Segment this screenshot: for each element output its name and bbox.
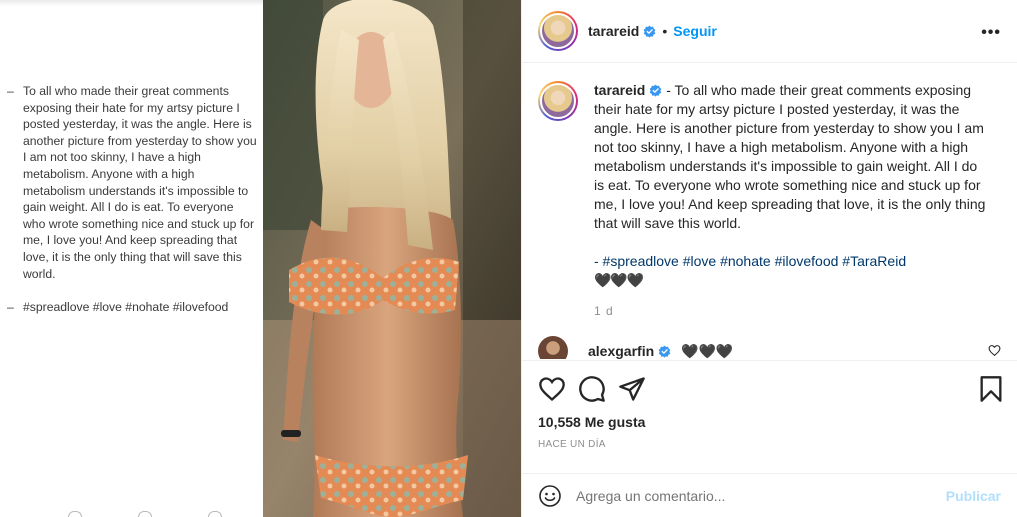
slide-caption-text: – To all who made their great comments e… — [7, 83, 259, 316]
post-header: tarareid • Seguir ••• — [522, 0, 1017, 63]
slide-caption-tags: #spreadlove #love #nohate #ilovefood — [23, 300, 229, 315]
slide-tags-dash: – — [7, 300, 14, 315]
caption-body: tarareid - To all who made their great c… — [594, 81, 989, 321]
caption-username[interactable]: tarareid — [594, 82, 645, 98]
decor-arc-icon — [68, 511, 82, 517]
avatar[interactable] — [538, 81, 578, 121]
like-count[interactable]: 10,558 Me gusta — [522, 405, 1017, 430]
add-comment-bar: Publicar — [522, 473, 1017, 517]
verified-badge-icon — [658, 345, 671, 358]
avatar[interactable] — [538, 336, 568, 359]
slide-caption-dash: – — [7, 84, 14, 98]
verified-badge-icon — [644, 25, 656, 38]
post-actions: 10,558 Me gusta HACE UN DÍA — [522, 360, 1017, 480]
emoji-icon[interactable] — [538, 484, 562, 508]
comment-username[interactable]: alexgarfin — [588, 343, 654, 359]
comment-bubble-icon[interactable] — [578, 375, 606, 403]
caption-text: - To all who made their great comments e… — [594, 82, 986, 231]
decor-arc-icon — [138, 511, 152, 517]
more-options-icon[interactable]: ••• — [981, 24, 1001, 42]
share-paper-plane-icon[interactable] — [618, 375, 646, 403]
like-comment-heart-icon[interactable] — [988, 344, 1001, 357]
comments-section: tarareid - To all who made their great c… — [522, 64, 1017, 359]
caption-comment: tarareid - To all who made their great c… — [522, 64, 1017, 321]
header-separator: • — [662, 23, 668, 39]
save-bookmark-icon[interactable] — [977, 375, 1005, 403]
decor-arc-icon — [208, 511, 222, 517]
slide-caption-body: To all who made their great comments exp… — [23, 84, 257, 281]
verified-badge-icon — [650, 84, 662, 97]
woman-in-bikini-photo — [263, 0, 521, 517]
like-heart-icon[interactable] — [538, 375, 566, 403]
post-photo[interactable] — [263, 0, 521, 517]
post-carousel-prev-slide: – To all who made their great comments e… — [0, 0, 263, 517]
publish-button[interactable]: Publicar — [946, 488, 1001, 504]
comment-text: alexgarfin 🖤🖤🖤 — [588, 343, 733, 360]
header-username[interactable]: tarareid — [588, 23, 639, 39]
action-icons — [522, 361, 1017, 405]
comment-input[interactable] — [576, 487, 946, 504]
post-detail-pane: tarareid • Seguir ••• tarareid - To all … — [521, 0, 1017, 517]
slide-bottom-icons — [40, 511, 250, 517]
slide-top-edge — [0, 0, 263, 6]
avatar[interactable] — [538, 11, 578, 51]
caption-hashtags[interactable]: - #spreadlove #love #nohate #ilovefood #… — [594, 252, 989, 271]
post-age[interactable]: HACE UN DÍA — [522, 430, 1017, 450]
caption-timestamp[interactable]: 1 d — [594, 302, 989, 321]
follow-button[interactable]: Seguir — [673, 23, 717, 39]
comment-item: alexgarfin 🖤🖤🖤 — [538, 336, 1001, 359]
caption-hearts: 🖤🖤🖤 — [594, 272, 644, 288]
comment-body: 🖤🖤🖤 — [681, 342, 734, 359]
